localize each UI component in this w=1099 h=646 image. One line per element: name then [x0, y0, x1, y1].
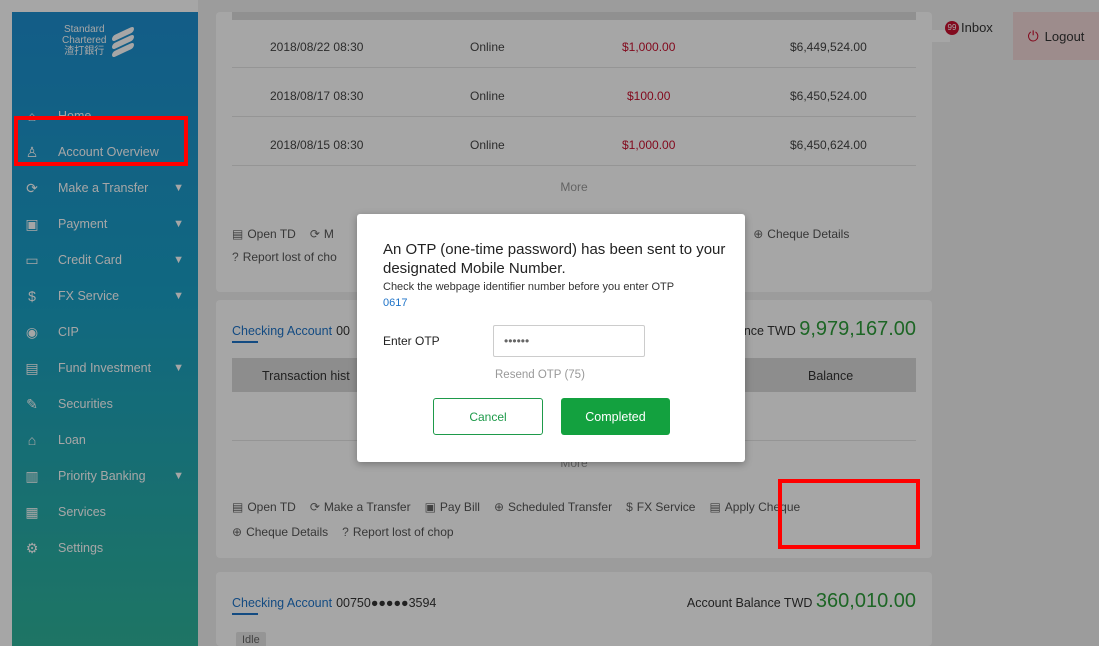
completed-button[interactable]: Completed: [561, 398, 670, 435]
cancel-button[interactable]: Cancel: [433, 398, 543, 435]
otp-input[interactable]: [493, 325, 645, 357]
otp-label: Enter OTP: [383, 334, 440, 348]
otp-dialog: An OTP (one-time password) has been sent…: [357, 214, 745, 462]
dialog-subtitle: Check the webpage identifier number befo…: [383, 281, 675, 293]
resend-otp-link[interactable]: Resend OTP (75): [495, 369, 585, 381]
webpage-identifier: 0617: [383, 297, 408, 309]
dialog-title: An OTP (one-time password) has been sent…: [383, 241, 726, 277]
